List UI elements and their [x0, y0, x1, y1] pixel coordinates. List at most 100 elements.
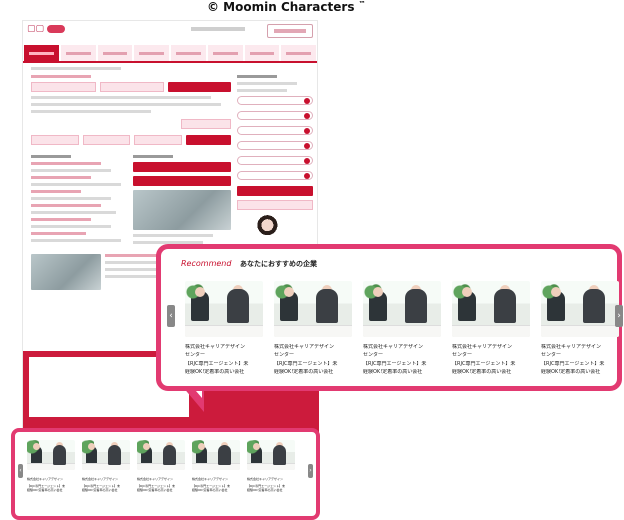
header-links[interactable]: [191, 27, 245, 31]
recommend-title: Recommend あなたにおすすめの企業: [181, 259, 317, 269]
strip-next-button[interactable]: ›: [308, 464, 313, 478]
strip-company-photo: [82, 440, 130, 470]
job-description-line2: 経験OK!定着率の高い会社: [363, 368, 423, 375]
nav-tab-5[interactable]: [171, 45, 206, 61]
carousel-next-button[interactable]: ›: [615, 305, 623, 327]
site-header: ▢▢: [23, 21, 317, 45]
strip-company-photo: [137, 440, 185, 470]
strip-company-name: 株式会社キャリアデザイン: [27, 477, 64, 481]
job-description: 【RJC専門エージェント】未: [452, 361, 516, 367]
strip-prev-button[interactable]: ‹: [18, 464, 23, 478]
recommend-card[interactable]: 株式会社キャリアデザイン センター 【RJC専門エージェント】未 経験OK!定着…: [363, 281, 441, 376]
company-name: 株式会社キャリアデザイン: [363, 344, 424, 350]
recommend-title-jp: あなたにおすすめの企業: [239, 260, 317, 268]
trademark-symbol: ™: [358, 0, 366, 8]
side-login-box[interactable]: [237, 200, 313, 210]
nav-tab-6[interactable]: [207, 45, 243, 61]
company-name: 株式会社キャリアデザイン: [274, 344, 335, 350]
strip-company-name: 株式会社キャリアデザイン: [137, 477, 174, 481]
strip-company-photo: [27, 440, 75, 470]
company-name-line2: センター: [363, 351, 384, 358]
header-login-button[interactable]: [267, 24, 313, 38]
strip-company-name: 株式会社キャリアデザイン: [247, 477, 284, 481]
search-button[interactable]: [168, 82, 232, 92]
strip-job-description-line2: 経験OK!定着率の高い会社: [27, 488, 63, 492]
company-name: 株式会社キャリアデザイン: [185, 344, 246, 350]
side-link-5[interactable]: [237, 156, 313, 165]
banner-image[interactable]: [31, 254, 101, 290]
job-description-line2: 経験OK!定着率の高い会社: [452, 368, 512, 375]
logo-badge: [46, 24, 65, 33]
nav-tab-7[interactable]: [244, 45, 280, 61]
company-photo: [185, 281, 263, 337]
strip-job-description-line2: 経験OK!定着率の高い会社: [247, 488, 283, 492]
copyright-text: © Moomin Characters: [207, 0, 355, 14]
recommend-cards: 株式会社キャリアデザイン センター 【RJC専門エージェント】未 経験OK!定着…: [185, 281, 619, 376]
strip-company-photo: [192, 440, 240, 470]
breadcrumb: [31, 67, 121, 70]
strip-job-description-line2: 経験OK!定着率の高い会社: [137, 488, 173, 492]
nav-tab-2[interactable]: [60, 45, 96, 61]
company-name-line2: センター: [452, 351, 473, 358]
strip-card[interactable]: 株式会社キャリアデザイン 【RJC専門エージェント】未 経験OK!定着率の高い会…: [137, 440, 185, 493]
job-description: 【RJC専門エージェント】未: [274, 361, 338, 367]
filter-submit-button[interactable]: [185, 135, 231, 145]
search-box-2[interactable]: [99, 82, 165, 92]
strip-job-description-line2: 経験OK!定着率の高い会社: [192, 488, 228, 492]
strip-company-name: 株式会社キャリアデザイン: [192, 477, 229, 481]
filter-2[interactable]: [82, 135, 130, 145]
mini-carousel-strip: ‹ 株式会社キャリアデザイン 【RJC専門エージェント】未 経験OK!定着率の高…: [11, 428, 320, 520]
recommend-card[interactable]: 株式会社キャリアデザイン センター 【RJC専門エージェント】未 経験OK!定着…: [185, 281, 263, 376]
company-name-line2: センター: [541, 351, 562, 358]
feature-button-2[interactable]: [133, 176, 231, 186]
advisor-photo: [237, 214, 313, 246]
search-box-1[interactable]: [31, 82, 96, 92]
recommend-card[interactable]: 株式会社キャリアデザイン センター 【RJC専門エージェント】未 経験OK!定着…: [452, 281, 530, 376]
company-name-line2: センター: [185, 351, 206, 358]
side-link-1[interactable]: [237, 96, 313, 105]
strip-job-description-line2: 経験OK!定着率の高い会社: [82, 488, 118, 492]
strip-card[interactable]: 株式会社キャリアデザイン 【RJC専門エージェント】未 経験OK!定着率の高い会…: [247, 440, 295, 493]
nav-tab-home[interactable]: [24, 45, 59, 61]
nav-tab-8[interactable]: [281, 45, 316, 61]
company-name-line2: センター: [274, 351, 295, 358]
screenshot-canvas: © Moomin Characters ™ ▢▢ Recommend あなたにお…: [0, 0, 624, 520]
recommend-callout: Recommend あなたにおすすめの企業 ‹ 株式会社キャリアデザイン センタ…: [156, 244, 623, 391]
company-photo: [363, 281, 441, 337]
global-nav: [23, 45, 317, 63]
recommend-title-en: Recommend: [181, 259, 232, 268]
company-name: 株式会社キャリアデザイン: [452, 344, 513, 350]
strip-card[interactable]: 株式会社キャリアデザイン 【RJC専門エージェント】未 経験OK!定着率の高い会…: [82, 440, 130, 493]
side-register-button[interactable]: [237, 186, 313, 196]
strip-card[interactable]: 株式会社キャリアデザイン 【RJC専門エージェント】未 経験OK!定着率の高い会…: [27, 440, 75, 493]
recommend-card[interactable]: 株式会社キャリアデザイン センター 【RJC専門エージェント】未 経験OK!定着…: [541, 281, 619, 376]
filter-1[interactable]: [31, 135, 79, 145]
job-description-line2: 経験OK!定着率の高い会社: [185, 368, 245, 375]
feature-button-1[interactable]: [133, 162, 231, 172]
job-description-line2: 経験OK!定着率の高い会社: [541, 368, 601, 375]
logo-mark: ▢▢: [27, 24, 45, 34]
job-description: 【RJC専門エージェント】未: [185, 361, 249, 367]
job-description: 【RJC専門エージェント】未: [541, 361, 605, 367]
detail-search-button[interactable]: [181, 119, 231, 129]
side-link-2[interactable]: [237, 111, 313, 120]
site-logo[interactable]: ▢▢: [27, 24, 65, 34]
strip-cards: 株式会社キャリアデザイン 【RJC専門エージェント】未 経験OK!定着率の高い会…: [27, 440, 295, 493]
carousel-prev-button[interactable]: ‹: [167, 305, 175, 327]
nav-tab-4[interactable]: [134, 45, 169, 61]
side-column: [237, 75, 313, 246]
job-description: 【RJC専門エージェント】未: [363, 361, 427, 367]
job-description-line2: 経験OK!定着率の高い会社: [274, 368, 334, 375]
company-photo: [541, 281, 619, 337]
side-link-3[interactable]: [237, 126, 313, 135]
company-photo: [452, 281, 530, 337]
filter-3[interactable]: [134, 135, 182, 145]
recommend-card[interactable]: 株式会社キャリアデザイン センター 【RJC専門エージェント】未 経験OK!定着…: [274, 281, 352, 376]
company-photo: [274, 281, 352, 337]
side-link-6[interactable]: [237, 171, 313, 180]
nav-tab-3[interactable]: [97, 45, 133, 61]
feature-image: [133, 190, 231, 230]
strip-company-name: 株式会社キャリアデザイン: [82, 477, 119, 481]
side-link-4[interactable]: [237, 141, 313, 150]
strip-card[interactable]: 株式会社キャリアデザイン 【RJC専門エージェント】未 経験OK!定着率の高い会…: [192, 440, 240, 493]
